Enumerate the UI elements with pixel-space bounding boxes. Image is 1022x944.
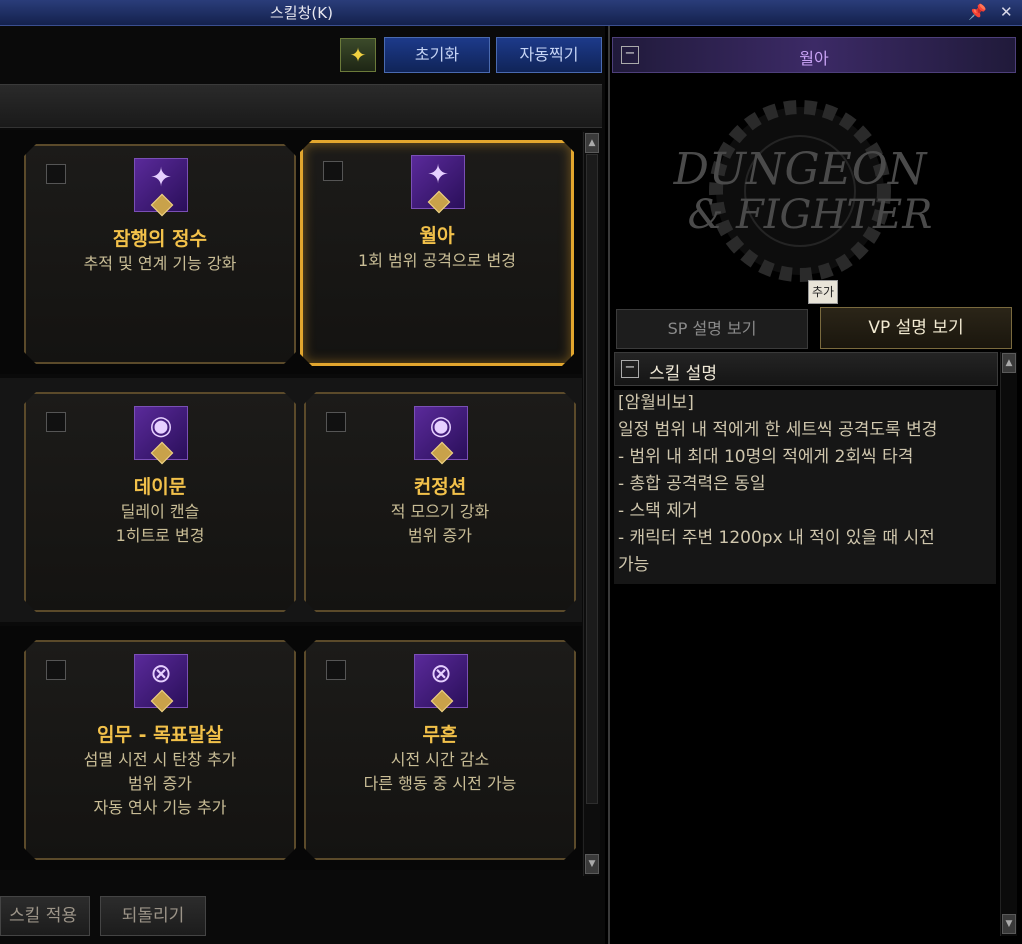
skill-icon: ⊗ <box>134 654 188 708</box>
detail-header: − 월아 <box>612 37 1016 73</box>
skill-card-wolya[interactable]: ✦ 월아 1회 범위 공격으로 변경 <box>300 140 574 366</box>
logo-text-dungeon: DUNGEON <box>673 144 928 195</box>
skill-description-header: − 스킬 설명 <box>614 352 998 386</box>
skill-checkbox[interactable] <box>46 164 66 184</box>
scroll-up-arrow-icon[interactable]: ▲ <box>585 133 599 153</box>
skill-checkbox[interactable] <box>323 161 343 181</box>
scroll-down-arrow-icon[interactable]: ▼ <box>1002 914 1016 934</box>
skill-checkbox[interactable] <box>46 660 66 680</box>
skill-card-jamhaeng[interactable]: ✦ 잠행의 정수 추적 및 연계 기능 강화 <box>24 144 296 364</box>
skill-filter-icon: ✦ <box>349 43 367 67</box>
collapse-icon[interactable]: − <box>621 360 639 378</box>
skill-description-title: 스킬 설명 <box>649 364 717 384</box>
dungeon-fighter-logo: DUNGEON & FIGHTER <box>673 100 933 282</box>
description-line: - 총합 공격력은 동일 <box>618 474 766 494</box>
skill-desc: 적 모으기 강화 범위 증가 <box>390 502 490 545</box>
skill-name: 데이문 <box>133 476 187 498</box>
scroll-down-arrow-icon[interactable]: ▼ <box>585 854 599 874</box>
revert-button[interactable]: 되돌리기 <box>100 896 206 936</box>
skill-name: 무흔 <box>422 724 458 746</box>
skill-name: 컨정션 <box>413 476 467 498</box>
tab-vp-description[interactable]: VP 설명 보기 <box>820 307 1012 349</box>
reset-button[interactable]: 초기화 <box>384 37 490 73</box>
skill-name: 월아 <box>419 225 455 247</box>
description-line: [암월비보] <box>618 393 694 413</box>
description-line: - 범위 내 최대 10명의 적에게 2회씩 타격 <box>618 447 914 467</box>
window-title: 스킬창(K) <box>270 4 333 22</box>
description-line: - 캐릭터 주변 1200px 내 적이 있을 때 시전 <box>618 528 935 548</box>
add-tooltip-chip[interactable]: 추가 <box>808 280 838 304</box>
logo-text-fighter: & FIGHTER <box>688 192 933 238</box>
skill-checkbox[interactable] <box>326 412 346 432</box>
description-scrollbar[interactable]: ▲ ▼ <box>1000 352 1017 936</box>
skill-icon: ⊗ <box>414 654 468 708</box>
description-line: 일정 범위 내 적에게 한 세트씩 공격도록 변경 <box>618 420 938 440</box>
scroll-up-arrow-icon[interactable]: ▲ <box>1002 353 1016 373</box>
skill-card-mission[interactable]: ⊗ 임무 - 목표말살 섬멸 시전 시 탄창 추가 범위 증가 자동 연사 기능… <box>24 640 296 860</box>
skill-checkbox[interactable] <box>46 412 66 432</box>
skill-icon: ✦ <box>134 158 188 212</box>
skill-card-daymoon[interactable]: ◉ 데이문 딜레이 캔슬 1히트로 변경 <box>24 392 296 612</box>
skill-card-muheun[interactable]: ⊗ 무흔 시전 시간 감소 다른 행동 중 시전 가능 <box>304 640 576 860</box>
skill-description-body: [암월비보] 일정 범위 내 적에게 한 세트씩 공격도록 변경 - 범위 내 … <box>614 390 996 584</box>
skill-icon: ◉ <box>134 406 188 460</box>
title-bar: 스킬창(K) 📌 ✕ <box>0 0 1022 26</box>
skill-name: 잠행의 정수 <box>112 228 207 250</box>
skill-desc: 1회 범위 공격으로 변경 <box>358 251 516 270</box>
skill-name: 임무 - 목표말살 <box>97 724 223 746</box>
detail-skill-title: 월아 <box>799 49 829 68</box>
skill-desc: 시전 시간 감소 다른 행동 중 시전 가능 <box>363 750 517 793</box>
skill-filter-button[interactable]: ✦ <box>340 38 376 72</box>
tree-header-strip <box>0 84 602 128</box>
skill-desc: 섬멸 시전 시 탄창 추가 범위 증가 자동 연사 기능 추가 <box>83 750 237 817</box>
skill-card-conjunction[interactable]: ◉ 컨정션 적 모으기 강화 범위 증가 <box>304 392 576 612</box>
tab-sp-description[interactable]: SP 설명 보기 <box>616 309 808 349</box>
close-icon[interactable]: ✕ <box>1000 3 1013 21</box>
skill-checkbox[interactable] <box>326 660 346 680</box>
pin-icon[interactable]: 📌 <box>968 3 987 21</box>
scrollbar-thumb[interactable] <box>586 154 598 804</box>
skill-desc: 추적 및 연계 기능 강화 <box>83 254 237 273</box>
skill-icon: ◉ <box>414 406 468 460</box>
skill-icon: ✦ <box>411 155 465 209</box>
skill-desc: 딜레이 캔슬 1히트로 변경 <box>115 502 205 545</box>
description-line: 가능 <box>618 555 650 575</box>
auto-learn-button[interactable]: 자동찍기 <box>496 37 602 73</box>
tree-scrollbar[interactable]: ▲ ▼ <box>583 132 600 876</box>
description-line: - 스택 제거 <box>618 501 698 521</box>
apply-skill-button[interactable]: 스킬 적용 <box>0 896 90 936</box>
